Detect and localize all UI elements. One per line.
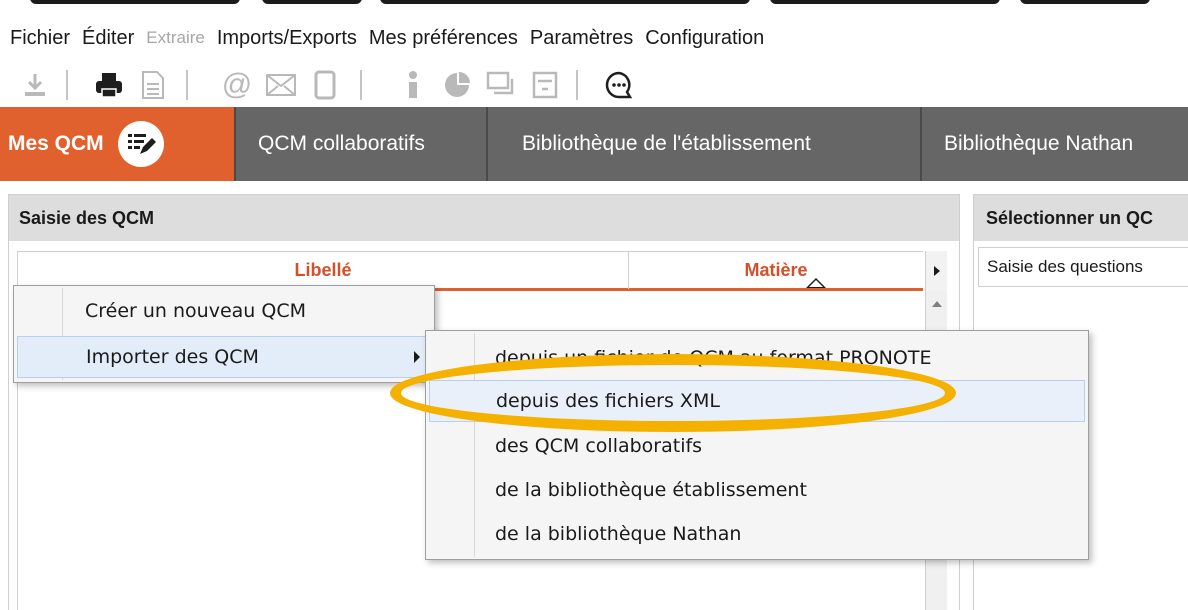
menu-bar: Fichier Éditer Extraire Imports/Exports … <box>0 22 776 54</box>
toolbar-separator <box>186 70 188 100</box>
tab-mes-qcm[interactable]: Mes QCM <box>0 107 234 181</box>
mobile-icon[interactable] <box>308 68 342 102</box>
menu-item-importer-qcm[interactable]: Importer des QCM <box>17 336 431 378</box>
menu-item-label: depuis des fichiers XML <box>496 390 720 412</box>
column-matiere[interactable]: Matière <box>629 252 923 289</box>
submenu-item-bibliotheque-nathan[interactable]: de la bibliothèque Nathan <box>429 513 1085 555</box>
menu-mes-preferences[interactable]: Mes préférences <box>369 27 518 50</box>
pie-chart-icon[interactable] <box>440 68 474 102</box>
info-icon[interactable] <box>396 68 430 102</box>
chevron-right-icon <box>933 266 940 276</box>
menu-fichier[interactable]: Fichier <box>10 27 70 50</box>
submenu-item-bibliotheque-etablissement[interactable]: de la bibliothèque établissement <box>429 469 1085 511</box>
panel-title: Saisie des QCM <box>9 195 959 241</box>
panel-title: Sélectionner un QC <box>974 195 1188 241</box>
sort-asc-icon <box>806 278 826 288</box>
menu-item-label: des QCM collaboratifs <box>495 435 703 457</box>
column-libelle[interactable]: Libellé <box>18 252 628 289</box>
context-menu: Créer un nouveau QCM Importer des QCM <box>13 285 435 383</box>
at-icon[interactable]: @ <box>220 68 254 102</box>
submenu-arrow-icon <box>414 351 420 363</box>
menu-configuration[interactable]: Configuration <box>645 27 764 50</box>
document-icon[interactable] <box>136 68 170 102</box>
toolbar-separator <box>360 70 362 100</box>
chat-icon[interactable] <box>484 68 518 102</box>
menu-imports-exports[interactable]: Imports/Exports <box>217 27 357 50</box>
tab-bibliotheque-nathan[interactable]: Bibliothèque Nathan <box>922 107 1188 181</box>
tab-qcm-collaboratifs[interactable]: QCM collaboratifs <box>236 107 486 181</box>
submenu-item-collaboratifs[interactable]: des QCM collaboratifs <box>429 425 1085 467</box>
import-submenu: depuis un fichier de QCM au format PRONO… <box>425 330 1089 560</box>
menu-parametres[interactable]: Paramètres <box>530 27 633 50</box>
menu-item-creer-qcm[interactable]: Créer un nouveau QCM <box>17 290 431 332</box>
tab-label: Bibliothèque Nathan <box>944 132 1134 155</box>
menu-item-label: Créer un nouveau QCM <box>85 300 306 322</box>
toolbar: @ <box>0 62 1188 108</box>
tab-label: Bibliothèque de l'établissement <box>522 132 811 155</box>
menu-item-label: de la bibliothèque établissement <box>495 479 807 501</box>
menu-item-label: Importer des QCM <box>86 346 259 368</box>
tab-bar: Mes QCM QCM collaboratifs Bibliothèque d… <box>0 107 1188 181</box>
submenu-item-xml[interactable]: depuis des fichiers XML <box>429 380 1085 422</box>
tab-label: QCM collaboratifs <box>258 132 425 155</box>
menu-item-label: de la bibliothèque Nathan <box>495 523 742 545</box>
chat-bubble-icon[interactable] <box>602 68 636 102</box>
tab-saisie-questions[interactable]: Saisie des questions <box>978 247 1188 287</box>
submenu-item-pronote[interactable]: depuis un fichier de QCM au format PRONO… <box>429 337 1085 379</box>
column-chooser-button[interactable] <box>925 251 947 291</box>
mail-icon[interactable] <box>264 68 298 102</box>
toolbar-separator <box>66 70 68 100</box>
tab-bibliotheque-etablissement[interactable]: Bibliothèque de l'établissement <box>488 107 920 181</box>
menu-editer[interactable]: Éditer <box>82 27 134 50</box>
toolbar-separator <box>576 70 578 100</box>
tab-label: Mes QCM <box>8 132 104 155</box>
print-icon[interactable] <box>92 68 126 102</box>
cropped-header-strip <box>0 0 1188 16</box>
menu-item-label: depuis un fichier de QCM au format PRONO… <box>495 347 932 369</box>
edit-list-icon <box>117 121 164 167</box>
scroll-up-icon[interactable] <box>932 301 942 307</box>
download-icon[interactable] <box>18 68 52 102</box>
form-icon[interactable] <box>528 68 562 102</box>
menu-extraire: Extraire <box>146 28 205 47</box>
